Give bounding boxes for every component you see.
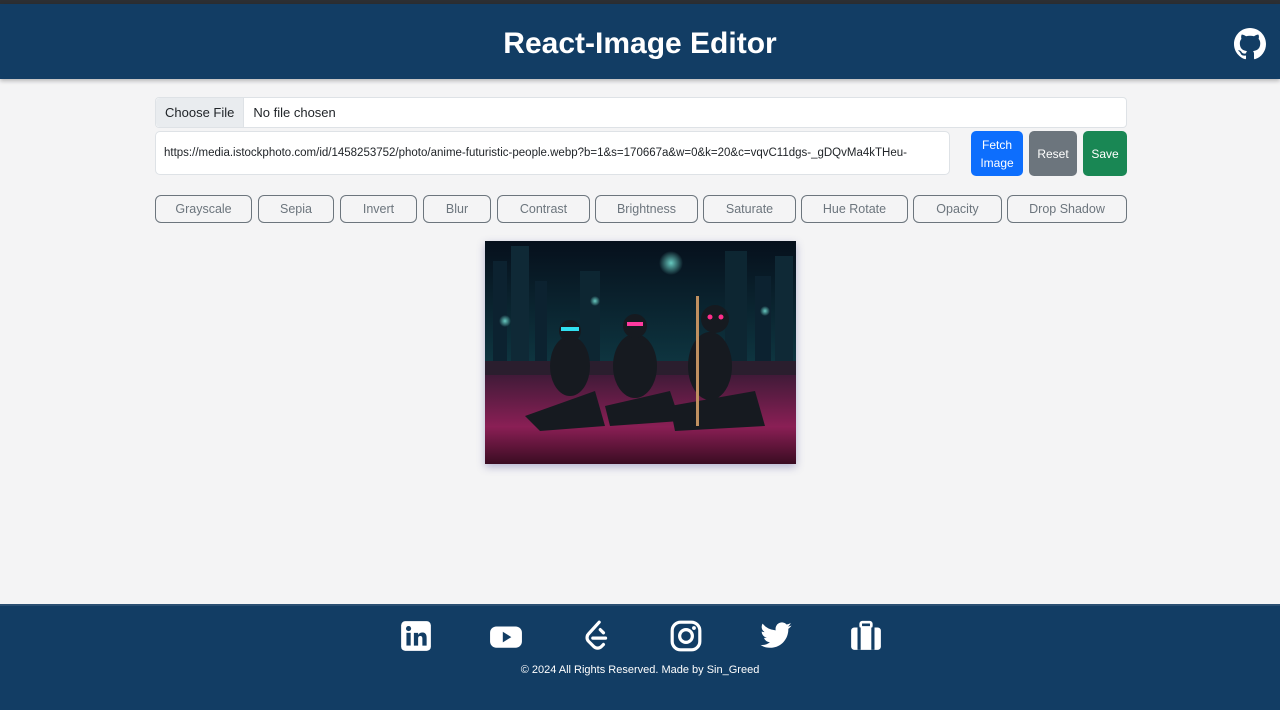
filter-hue-rotate-button[interactable]: Hue Rotate — [801, 195, 908, 223]
twitter-icon[interactable] — [759, 619, 793, 653]
image-url-input[interactable]: https://media.istockphoto.com/id/1458253… — [155, 131, 950, 175]
fetch-image-button[interactable]: Fetch Image — [971, 131, 1023, 176]
filter-sepia-button[interactable]: Sepia — [258, 195, 334, 223]
reset-button[interactable]: Reset — [1029, 131, 1077, 176]
file-status: No file chosen — [253, 105, 336, 120]
instagram-icon[interactable] — [669, 619, 703, 653]
choose-file-button[interactable]: Choose File — [156, 98, 245, 127]
filter-grayscale-button[interactable]: Grayscale — [155, 195, 252, 223]
footer — [0, 604, 1280, 710]
image-preview — [485, 241, 796, 464]
save-button[interactable]: Save — [1083, 131, 1127, 176]
copyright-text: © 2024 All Rights Reserved. Made by Sin_… — [520, 664, 760, 676]
filter-blur-button[interactable]: Blur — [423, 195, 491, 223]
leetcode-icon[interactable] — [579, 619, 613, 653]
filter-saturate-button[interactable]: Saturate — [703, 195, 796, 223]
linkedin-icon[interactable] — [399, 619, 433, 653]
filter-brightness-button[interactable]: Brightness — [595, 195, 698, 223]
app-title: React-Image Editor — [503, 27, 777, 60]
preview-photo — [485, 241, 796, 464]
filter-invert-button[interactable]: Invert — [340, 195, 417, 223]
filter-drop-shadow-button[interactable]: Drop Shadow — [1007, 195, 1127, 223]
filter-contrast-button[interactable]: Contrast — [497, 195, 590, 223]
app-header: React-Image Editor — [0, 4, 1280, 79]
github-icon[interactable] — [1234, 28, 1266, 60]
portfolio-icon[interactable] — [849, 619, 883, 653]
filter-opacity-button[interactable]: Opacity — [913, 195, 1002, 223]
file-input[interactable]: Choose File No file chosen — [155, 97, 1127, 128]
youtube-icon[interactable] — [489, 619, 523, 653]
